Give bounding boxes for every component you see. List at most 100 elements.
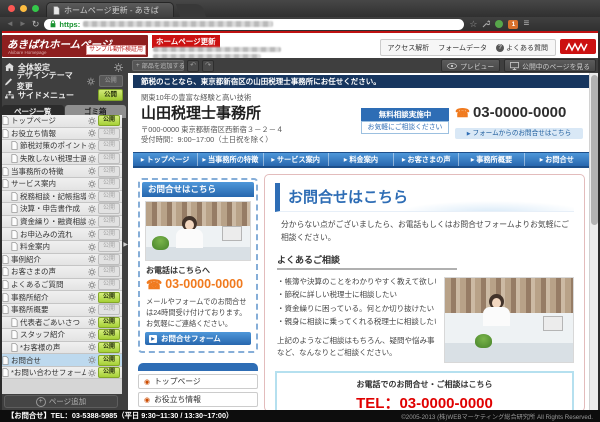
view-published-button[interactable]: 公開中のページを見る (504, 59, 596, 72)
gear-icon[interactable] (88, 117, 96, 125)
publish-badge[interactable]: 公開 (98, 140, 120, 151)
redo-icon[interactable]: ↷ (202, 60, 214, 72)
gear-icon[interactable] (88, 268, 96, 276)
publish-button[interactable]: 公開 (98, 89, 123, 101)
page-row[interactable]: 事務所紹介 公開 (0, 291, 122, 304)
add-part-button[interactable]: + 部品を追加する (132, 60, 184, 71)
publish-badge[interactable]: 公開 (98, 254, 120, 265)
page-row[interactable]: お役立ち情報 公開 (0, 128, 122, 141)
zoom-window-button[interactable] (32, 5, 39, 12)
page-row[interactable]: 資金繰り・融資相談 公開 (0, 216, 122, 229)
page-row[interactable]: スタッフ紹介 公開 (0, 329, 122, 342)
page-row[interactable]: お客さまの声 公開 (0, 266, 122, 279)
page-row[interactable]: 決算・申告書作成 公開 (0, 203, 122, 216)
publish-badge[interactable]: 公開 (98, 166, 120, 177)
gear-icon[interactable] (88, 369, 96, 377)
preview-button[interactable]: プレビュー (441, 59, 500, 72)
page-row[interactable]: *お問い合わせフォーム 公開 (0, 367, 122, 380)
publish-button-disabled[interactable]: 公開 (99, 75, 123, 87)
gear-icon[interactable] (88, 142, 96, 150)
gear-icon[interactable] (87, 77, 95, 86)
gear-icon[interactable] (88, 129, 96, 137)
page-row[interactable]: 事例紹介 公開 (0, 254, 122, 267)
minimize-window-button[interactable] (20, 5, 27, 12)
forward-icon[interactable]: ► (19, 17, 27, 31)
publish-badge[interactable]: 公開 (98, 266, 120, 277)
sidebar-item-side-menu[interactable]: サイドメニュー 公開 (0, 88, 128, 102)
page-row[interactable]: 税務相談・記帳指導 公開 (0, 191, 122, 204)
gear-icon[interactable] (88, 255, 96, 263)
window-controls[interactable] (8, 5, 39, 12)
page-row[interactable]: サービス案内 公開 (0, 178, 122, 191)
publish-badge[interactable]: 公開 (98, 279, 120, 290)
gear-icon[interactable] (88, 356, 96, 364)
page-row[interactable]: お問合せ 公開 (0, 354, 122, 367)
bookmark-star-icon[interactable]: ☆ (469, 17, 477, 31)
gear-icon[interactable] (88, 306, 96, 314)
gear-icon[interactable] (88, 155, 96, 163)
site-nav-item[interactable]: ▶ 事務所概要 (459, 153, 524, 166)
page-row[interactable]: 代表者ごあいさつ 公開 (0, 317, 122, 330)
back-icon[interactable]: ◄ (6, 17, 14, 31)
publish-badge[interactable]: 公開 (98, 329, 120, 340)
publish-badge[interactable]: 公開 (98, 153, 120, 164)
address-bar[interactable]: https: (44, 19, 464, 30)
gear-icon[interactable] (88, 343, 96, 351)
wrench-extension-icon[interactable] (482, 20, 490, 28)
page-row[interactable]: よくあるご質問 公開 (0, 279, 122, 292)
undo-icon[interactable]: ↶ (187, 60, 199, 72)
site-nav-item[interactable]: ▶ 料金案内 (329, 153, 394, 166)
publish-badge[interactable]: 公開 (98, 292, 120, 303)
gear-icon[interactable] (88, 180, 96, 188)
page-row[interactable]: 料金案内 公開 (0, 241, 122, 254)
form-data-link[interactable]: フォームデータ (438, 43, 487, 53)
page-row[interactable]: 事務所概要 公開 (0, 304, 122, 317)
header-form-link[interactable]: ▶ フォームからのお問合せはこちら (455, 128, 583, 139)
contact-side-box[interactable]: お問合せはこちら お電話はこちらへ ☎ 03-0000-0000 メールやフォー… (138, 178, 258, 353)
side-menu-item[interactable]: ◉ お役立ち情報 (138, 392, 258, 407)
publish-badge[interactable]: 公開 (98, 128, 120, 139)
gear-icon[interactable] (88, 293, 96, 301)
site-nav-item[interactable]: ▶ トップページ (133, 153, 198, 166)
site-nav-item[interactable]: ▶ お客さまの声 (394, 153, 459, 166)
reload-icon[interactable]: ↻ (32, 19, 40, 30)
gear-icon[interactable] (88, 331, 96, 339)
page-row[interactable]: 当事務所の特徴 公開 (0, 165, 122, 178)
publish-badge[interactable]: 公開 (98, 304, 120, 315)
publish-badge[interactable]: 公開 (98, 115, 120, 126)
publish-badge[interactable]: 公開 (98, 229, 120, 240)
page-row[interactable]: 節税対策のポイント 公開 (0, 140, 122, 153)
page-row[interactable]: トップページ 公開 (0, 115, 122, 128)
gear-icon[interactable] (88, 318, 96, 326)
gear-icon[interactable] (114, 63, 123, 72)
gear-icon[interactable] (88, 230, 96, 238)
contact-form-button[interactable]: ▶ お問合せフォーム (145, 332, 251, 345)
site-nav-item[interactable]: ▶ 当事務所の特徴 (198, 153, 263, 166)
sidebar-item-design-theme[interactable]: デザインテーマ変更 公開 (0, 74, 128, 88)
page-content-box[interactable]: お問合せはこちら 分からない点がございましたら、お電話もしくはお問合せフォームよ… (264, 174, 585, 410)
gear-icon[interactable] (88, 218, 96, 226)
page-row[interactable]: 失敗しない税理士選び 公開 (0, 153, 122, 166)
gear-icon[interactable] (88, 192, 96, 200)
faq-link[interactable]: ?よくある質問 (496, 43, 548, 53)
access-analytics-link[interactable]: アクセス解析 (388, 43, 430, 53)
new-tab-button[interactable] (176, 4, 206, 17)
browser-menu-icon[interactable]: ≡ (523, 17, 529, 31)
page-row[interactable]: お申込みの流れ 公開 (0, 228, 122, 241)
site-nav-item[interactable]: ▶ お問合せ (525, 153, 590, 166)
gear-icon[interactable] (88, 281, 96, 289)
publish-badge[interactable]: 公開 (98, 191, 120, 202)
browser-tab[interactable]: ホームページ更新 - あきば (46, 2, 174, 17)
extension-icon[interactable] (495, 20, 503, 28)
extension-badge-icon[interactable]: 1 (508, 20, 518, 29)
site-nav-item[interactable]: ▶ サービス案内 (264, 153, 329, 166)
add-page-button[interactable]: + ページ追加 (4, 395, 118, 408)
side-menu-item[interactable]: ◉ トップページ (138, 374, 258, 389)
publish-badge[interactable]: 公開 (98, 203, 120, 214)
publish-badge[interactable]: 公開 (98, 241, 120, 252)
publish-badge[interactable]: 公開 (98, 367, 120, 378)
publish-badge[interactable]: 公開 (98, 178, 120, 189)
gear-icon[interactable] (88, 205, 96, 213)
publish-badge[interactable]: 公開 (98, 317, 120, 328)
gear-icon[interactable] (88, 243, 96, 251)
